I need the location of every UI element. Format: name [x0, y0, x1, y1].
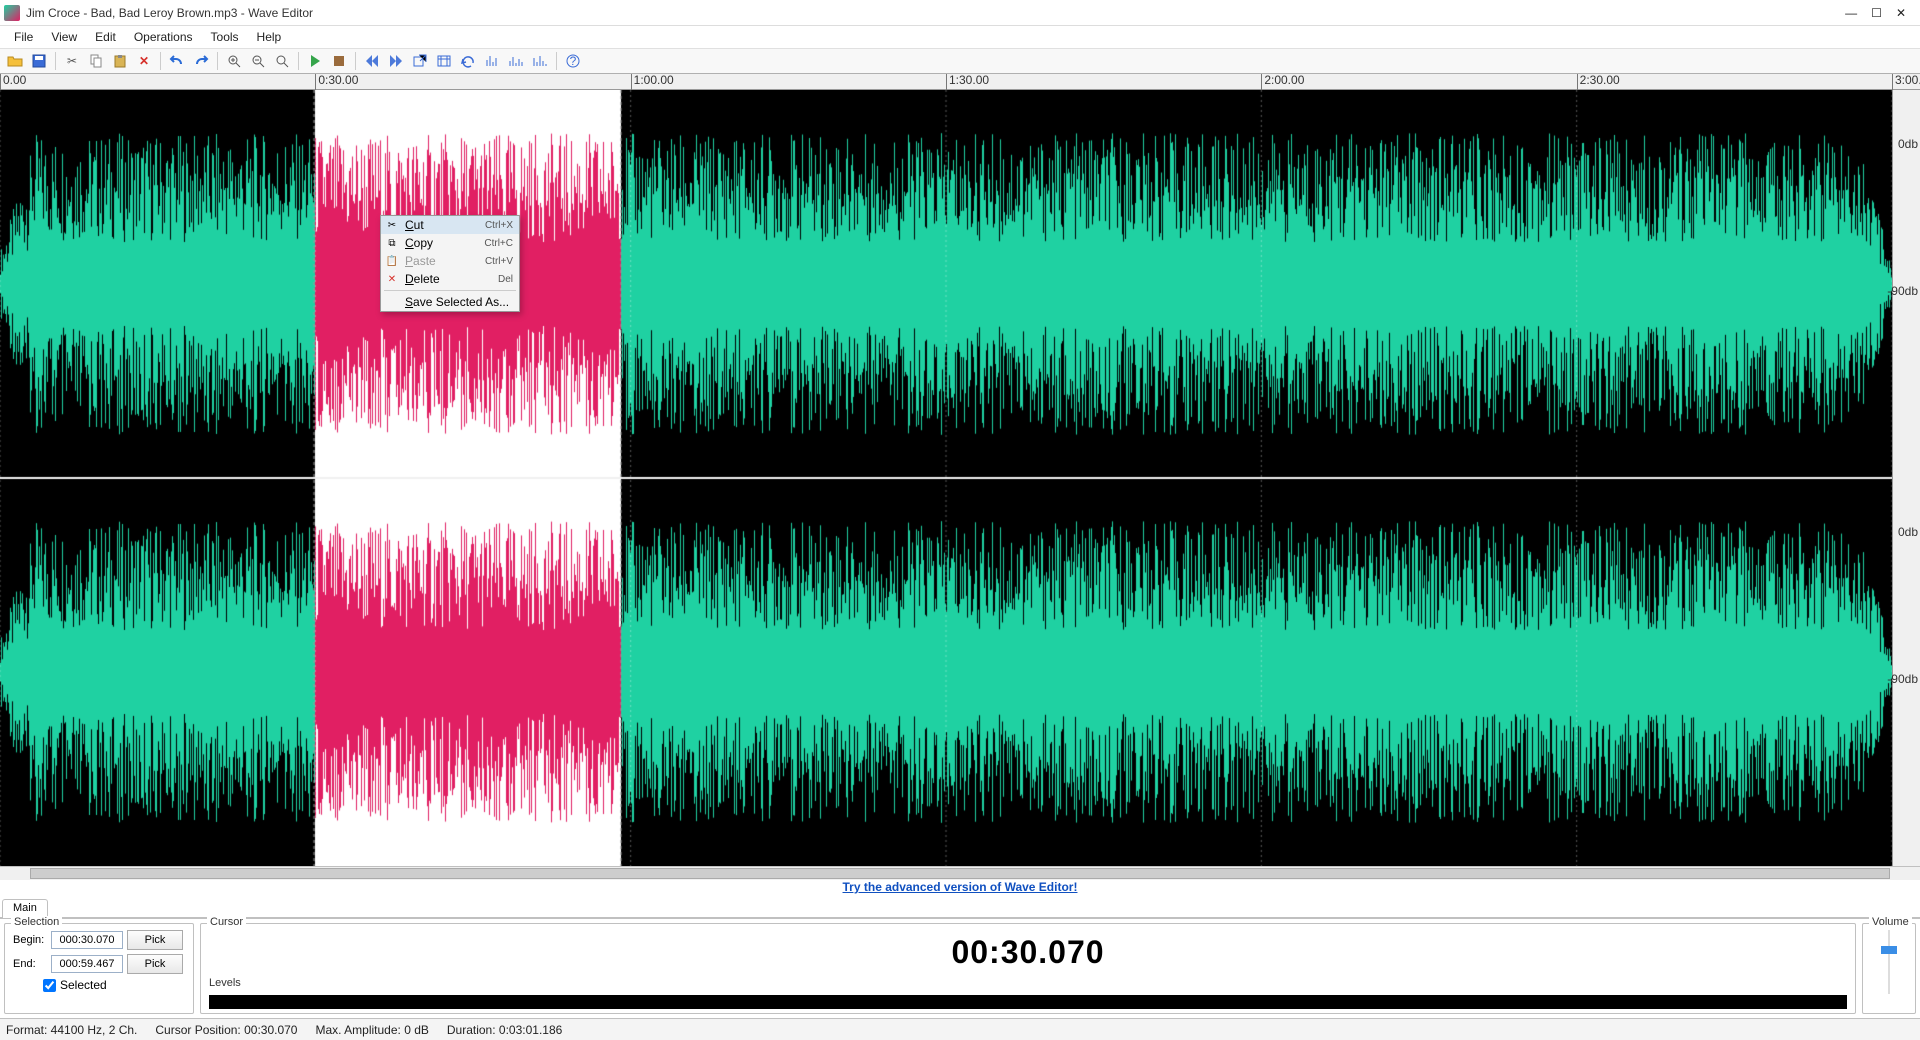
- paste-icon[interactable]: [109, 50, 131, 72]
- ctx-cut-short: Ctrl+X: [485, 220, 513, 231]
- context-paste: 📋 Paste Ctrl+V: [381, 252, 519, 270]
- end-input[interactable]: [51, 955, 123, 973]
- menu-view[interactable]: View: [43, 28, 85, 46]
- titlebar: Jim Croce - Bad, Bad Leroy Brown.mp3 - W…: [0, 0, 1920, 26]
- status-duration: Duration: 0:03:01.186: [447, 1023, 562, 1037]
- menu-operations[interactable]: Operations: [126, 28, 201, 46]
- zoom-in-icon[interactable]: [223, 50, 245, 72]
- svg-text:?: ?: [570, 54, 577, 68]
- cursor-time: 00:30.070: [209, 930, 1847, 971]
- toolbar: ✂ ✕ ?: [0, 48, 1920, 74]
- time-ruler[interactable]: 0.000:30.001:00.001:30.002:00.002:30.003…: [0, 74, 1920, 90]
- promo-bar: Try the advanced version of Wave Editor!: [0, 880, 1920, 898]
- zoom-out-icon[interactable]: [247, 50, 269, 72]
- bottom-panel: Selection Begin: Pick End: Pick Selected…: [0, 918, 1920, 1018]
- menubar: File View Edit Operations Tools Help: [0, 26, 1920, 48]
- end-label: End:: [13, 958, 47, 970]
- volume-legend: Volume: [1869, 916, 1912, 928]
- window-title: Jim Croce - Bad, Bad Leroy Brown.mp3 - W…: [26, 6, 1845, 20]
- minimize-button[interactable]: —: [1845, 6, 1857, 20]
- play-icon[interactable]: [304, 50, 326, 72]
- levels-label: Levels: [209, 977, 1847, 989]
- maximize-button[interactable]: ☐: [1871, 6, 1882, 20]
- selected-checkbox[interactable]: [43, 979, 56, 992]
- copy-small-icon: ⧉: [385, 238, 399, 249]
- undo-icon[interactable]: [166, 50, 188, 72]
- waveform-area[interactable]: ✂ Cut Ctrl+X ⧉ Copy Ctrl+C 📋 Paste Ctrl+…: [0, 90, 1920, 866]
- cursor-group: Cursor 00:30.070 Levels: [200, 923, 1856, 1014]
- status-maxamp: Max. Amplitude: 0 dB: [315, 1023, 428, 1037]
- delete-small-icon: ✕: [385, 274, 399, 285]
- zoom-view-icon[interactable]: [433, 50, 455, 72]
- stop-icon[interactable]: [328, 50, 350, 72]
- context-cut[interactable]: ✂ Cut Ctrl+X: [381, 216, 519, 234]
- begin-pick-button[interactable]: Pick: [127, 930, 183, 950]
- app-icon: [4, 5, 20, 21]
- rewind-icon[interactable]: [361, 50, 383, 72]
- close-button[interactable]: ✕: [1896, 6, 1906, 20]
- menu-file[interactable]: File: [6, 28, 41, 46]
- scissors-icon: ✂: [385, 220, 399, 231]
- cursor-legend: Cursor: [207, 916, 246, 928]
- horizontal-scrollbar[interactable]: [0, 866, 1920, 880]
- bars-a-icon[interactable]: [505, 50, 527, 72]
- redo-icon[interactable]: [190, 50, 212, 72]
- context-copy[interactable]: ⧉ Copy Ctrl+C: [381, 234, 519, 252]
- panel-tabs: Main: [0, 898, 1920, 918]
- undo-arc-icon[interactable]: [457, 50, 479, 72]
- selection-group: Selection Begin: Pick End: Pick Selected: [4, 923, 194, 1014]
- menu-tools[interactable]: Tools: [203, 28, 247, 46]
- promo-link[interactable]: Try the advanced version of Wave Editor!: [843, 880, 1078, 894]
- context-save-selected[interactable]: Save Selected As...: [381, 293, 519, 311]
- end-pick-button[interactable]: Pick: [127, 954, 183, 974]
- external-icon[interactable]: [409, 50, 431, 72]
- levels-meter: [209, 995, 1847, 1009]
- paste-small-icon: 📋: [385, 256, 399, 267]
- normalize-icon[interactable]: [481, 50, 503, 72]
- cut-icon[interactable]: ✂: [61, 50, 83, 72]
- delete-icon[interactable]: ✕: [133, 50, 155, 72]
- bars-b-icon[interactable]: [529, 50, 551, 72]
- statusbar: Format: 44100 Hz, 2 Ch. Cursor Position:…: [0, 1018, 1920, 1040]
- context-delete[interactable]: ✕ Delete Del: [381, 270, 519, 288]
- db-scale: 0db-90db0db-90db: [1892, 90, 1920, 866]
- menu-edit[interactable]: Edit: [87, 28, 124, 46]
- save-icon[interactable]: [28, 50, 50, 72]
- begin-input[interactable]: [51, 931, 123, 949]
- begin-label: Begin:: [13, 934, 47, 946]
- selected-label: Selected: [60, 978, 107, 992]
- volume-group: Volume: [1862, 923, 1916, 1014]
- volume-slider[interactable]: [1879, 930, 1899, 994]
- status-cursorpos: Cursor Position: 00:30.070: [155, 1023, 297, 1037]
- context-menu: ✂ Cut Ctrl+X ⧉ Copy Ctrl+C 📋 Paste Ctrl+…: [380, 215, 520, 312]
- menu-help[interactable]: Help: [249, 28, 290, 46]
- status-format: Format: 44100 Hz, 2 Ch.: [6, 1023, 137, 1037]
- copy-icon[interactable]: [85, 50, 107, 72]
- waveform-canvas[interactable]: [0, 90, 1892, 866]
- zoom-fit-icon[interactable]: [271, 50, 293, 72]
- open-icon[interactable]: [4, 50, 26, 72]
- ctx-cut-label: ut: [414, 218, 424, 232]
- help-icon[interactable]: ?: [562, 50, 584, 72]
- selection-legend: Selection: [11, 916, 62, 928]
- fast-forward-icon[interactable]: [385, 50, 407, 72]
